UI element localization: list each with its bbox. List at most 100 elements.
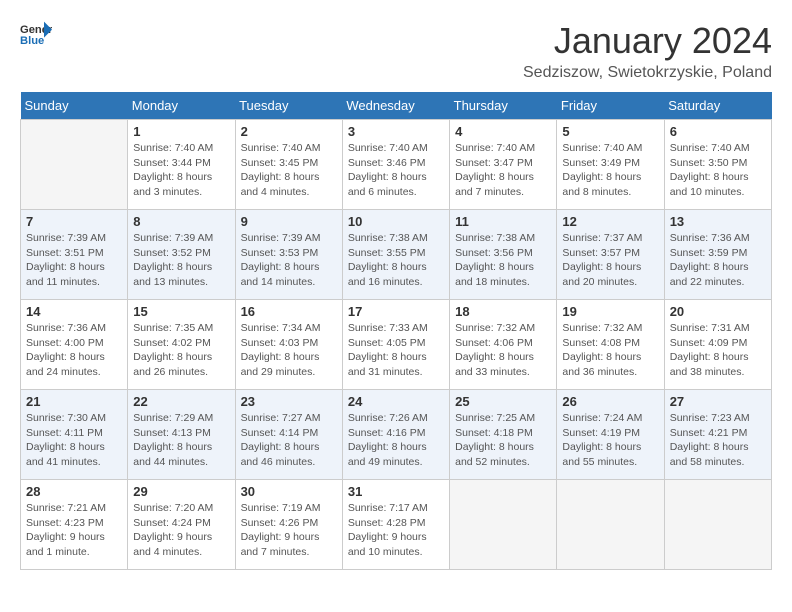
day-info: Sunrise: 7:40 AMSunset: 3:47 PMDaylight:…: [455, 141, 551, 200]
calendar-cell: 2 Sunrise: 7:40 AMSunset: 3:45 PMDaylight…: [235, 120, 342, 210]
calendar-week-row: 28Sunrise: 7:21 AMSunset: 4:23 PMDayligh…: [21, 480, 772, 570]
calendar-cell: 26Sunrise: 7:24 AMSunset: 4:19 PMDayligh…: [557, 390, 664, 480]
day-info: Sunrise: 7:17 AMSunset: 4:28 PMDaylight:…: [348, 501, 444, 560]
day-number: 11: [455, 214, 551, 229]
weekday-header-row: SundayMondayTuesdayWednesdayThursdayFrid…: [21, 92, 772, 120]
day-number: 2: [241, 124, 337, 139]
calendar-cell: 20Sunrise: 7:31 AMSunset: 4:09 PMDayligh…: [664, 300, 771, 390]
calendar-week-row: 14 Sunrise: 7:36 AMSunset: 4:00 PMDayligh…: [21, 300, 772, 390]
day-number: 7: [26, 214, 122, 229]
day-number: 25: [455, 394, 551, 409]
day-info: Sunrise: 7:29 AMSunset: 4:13 PMDaylight:…: [133, 411, 229, 470]
calendar-cell: [21, 120, 128, 210]
calendar-table: SundayMondayTuesdayWednesdayThursdayFrid…: [20, 92, 772, 570]
day-info: Sunrise: 7:39 AMSunset: 3:53 PMDaylight:…: [241, 231, 337, 290]
day-number: 8: [133, 214, 229, 229]
calendar-cell: 29 Sunrise: 7:20 AMSunset: 4:24 PMDayligh…: [128, 480, 235, 570]
location: Sedziszow, Swietokrzyskie, Poland: [523, 64, 772, 82]
day-number: 23: [241, 394, 337, 409]
day-info: Sunrise: 7:23 AMSunset: 4:21 PMDaylight:…: [670, 411, 766, 470]
weekday-header-friday: Friday: [557, 92, 664, 120]
day-number: 1: [133, 124, 229, 139]
calendar-cell: 16Sunrise: 7:34 AMSunset: 4:03 PMDayligh…: [235, 300, 342, 390]
day-number: 5: [562, 124, 658, 139]
day-info: Sunrise: 7:32 AMSunset: 4:06 PMDaylight:…: [455, 321, 551, 380]
title-block: January 2024 Sedziszow, Swietokrzyskie, …: [523, 20, 772, 82]
logo-icon: General Blue: [20, 20, 52, 52]
calendar-cell: 18 Sunrise: 7:32 AMSunset: 4:06 PMDayligh…: [450, 300, 557, 390]
page-header: General Blue January 2024 Sedziszow, Swi…: [20, 20, 772, 82]
day-number: 6: [670, 124, 766, 139]
calendar-cell: 21Sunrise: 7:30 AMSunset: 4:11 PMDayligh…: [21, 390, 128, 480]
day-info: Sunrise: 7:26 AMSunset: 4:16 PMDaylight:…: [348, 411, 444, 470]
day-number: 4: [455, 124, 551, 139]
day-number: 30: [241, 484, 337, 499]
day-info: Sunrise: 7:39 AMSunset: 3:52 PMDaylight:…: [133, 231, 229, 290]
logo: General Blue: [20, 20, 52, 52]
day-info: Sunrise: 7:33 AMSunset: 4:05 PMDaylight:…: [348, 321, 444, 380]
calendar-cell: 8 Sunrise: 7:39 AMSunset: 3:52 PMDaylight…: [128, 210, 235, 300]
weekday-header-sunday: Sunday: [21, 92, 128, 120]
day-info: Sunrise: 7:36 AMSunset: 4:00 PMDaylight:…: [26, 321, 122, 380]
day-info: Sunrise: 7:24 AMSunset: 4:19 PMDaylight:…: [562, 411, 658, 470]
day-number: 10: [348, 214, 444, 229]
calendar-cell: 17 Sunrise: 7:33 AMSunset: 4:05 PMDayligh…: [342, 300, 449, 390]
calendar-week-row: 21Sunrise: 7:30 AMSunset: 4:11 PMDayligh…: [21, 390, 772, 480]
calendar-cell: 22 Sunrise: 7:29 AMSunset: 4:13 PMDayligh…: [128, 390, 235, 480]
calendar-week-row: 1 Sunrise: 7:40 AMSunset: 3:44 PMDaylight…: [21, 120, 772, 210]
day-info: Sunrise: 7:21 AMSunset: 4:23 PMDaylight:…: [26, 501, 122, 560]
weekday-header-saturday: Saturday: [664, 92, 771, 120]
day-number: 24: [348, 394, 444, 409]
calendar-cell: 27 Sunrise: 7:23 AMSunset: 4:21 PMDayligh…: [664, 390, 771, 480]
day-info: Sunrise: 7:25 AMSunset: 4:18 PMDaylight:…: [455, 411, 551, 470]
day-number: 17: [348, 304, 444, 319]
svg-text:Blue: Blue: [20, 35, 44, 47]
day-info: Sunrise: 7:40 AMSunset: 3:49 PMDaylight:…: [562, 141, 658, 200]
day-info: Sunrise: 7:40 AMSunset: 3:46 PMDaylight:…: [348, 141, 444, 200]
day-number: 3: [348, 124, 444, 139]
calendar-cell: 5 Sunrise: 7:40 AMSunset: 3:49 PMDaylight…: [557, 120, 664, 210]
calendar-cell: [664, 480, 771, 570]
calendar-cell: 9 Sunrise: 7:39 AMSunset: 3:53 PMDaylight…: [235, 210, 342, 300]
calendar-cell: 4 Sunrise: 7:40 AMSunset: 3:47 PMDaylight…: [450, 120, 557, 210]
calendar-cell: 14 Sunrise: 7:36 AMSunset: 4:00 PMDayligh…: [21, 300, 128, 390]
day-number: 14: [26, 304, 122, 319]
day-info: Sunrise: 7:31 AMSunset: 4:09 PMDaylight:…: [670, 321, 766, 380]
day-info: Sunrise: 7:40 AMSunset: 3:44 PMDaylight:…: [133, 141, 229, 200]
calendar-cell: 25 Sunrise: 7:25 AMSunset: 4:18 PMDayligh…: [450, 390, 557, 480]
day-info: Sunrise: 7:38 AMSunset: 3:56 PMDaylight:…: [455, 231, 551, 290]
day-number: 16: [241, 304, 337, 319]
calendar-cell: 11 Sunrise: 7:38 AMSunset: 3:56 PMDayligh…: [450, 210, 557, 300]
day-number: 31: [348, 484, 444, 499]
calendar-cell: 1 Sunrise: 7:40 AMSunset: 3:44 PMDaylight…: [128, 120, 235, 210]
day-number: 13: [670, 214, 766, 229]
day-number: 27: [670, 394, 766, 409]
day-info: Sunrise: 7:37 AMSunset: 3:57 PMDaylight:…: [562, 231, 658, 290]
day-info: Sunrise: 7:30 AMSunset: 4:11 PMDaylight:…: [26, 411, 122, 470]
calendar-cell: [557, 480, 664, 570]
calendar-cell: 13 Sunrise: 7:36 AMSunset: 3:59 PMDayligh…: [664, 210, 771, 300]
day-number: 29: [133, 484, 229, 499]
calendar-cell: 24 Sunrise: 7:26 AMSunset: 4:16 PMDayligh…: [342, 390, 449, 480]
day-number: 12: [562, 214, 658, 229]
day-info: Sunrise: 7:40 AMSunset: 3:50 PMDaylight:…: [670, 141, 766, 200]
day-info: Sunrise: 7:36 AMSunset: 3:59 PMDaylight:…: [670, 231, 766, 290]
day-info: Sunrise: 7:32 AMSunset: 4:08 PMDaylight:…: [562, 321, 658, 380]
calendar-cell: 10Sunrise: 7:38 AMSunset: 3:55 PMDayligh…: [342, 210, 449, 300]
calendar-cell: 28Sunrise: 7:21 AMSunset: 4:23 PMDayligh…: [21, 480, 128, 570]
day-number: 19: [562, 304, 658, 319]
day-info: Sunrise: 7:19 AMSunset: 4:26 PMDaylight:…: [241, 501, 337, 560]
day-number: 18: [455, 304, 551, 319]
day-number: 22: [133, 394, 229, 409]
day-info: Sunrise: 7:40 AMSunset: 3:45 PMDaylight:…: [241, 141, 337, 200]
day-number: 9: [241, 214, 337, 229]
calendar-cell: 30 Sunrise: 7:19 AMSunset: 4:26 PMDayligh…: [235, 480, 342, 570]
calendar-cell: 6 Sunrise: 7:40 AMSunset: 3:50 PMDaylight…: [664, 120, 771, 210]
calendar-cell: 23Sunrise: 7:27 AMSunset: 4:14 PMDayligh…: [235, 390, 342, 480]
calendar-cell: 19 Sunrise: 7:32 AMSunset: 4:08 PMDayligh…: [557, 300, 664, 390]
day-info: Sunrise: 7:20 AMSunset: 4:24 PMDaylight:…: [133, 501, 229, 560]
weekday-header-wednesday: Wednesday: [342, 92, 449, 120]
day-number: 15: [133, 304, 229, 319]
calendar-cell: 7Sunrise: 7:39 AMSunset: 3:51 PMDaylight…: [21, 210, 128, 300]
calendar-week-row: 7Sunrise: 7:39 AMSunset: 3:51 PMDaylight…: [21, 210, 772, 300]
